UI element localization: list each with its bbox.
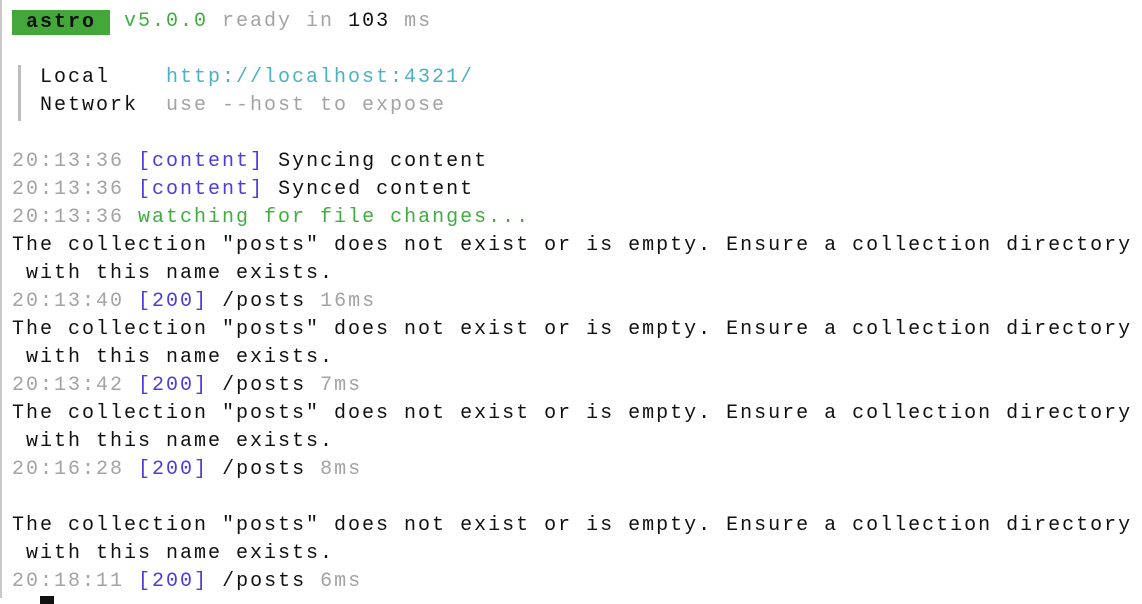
info-box-bar bbox=[18, 65, 21, 121]
request-line: 20:16:28 [200] /posts 8ms bbox=[12, 456, 1142, 484]
log-time: 20:13:36 bbox=[12, 150, 125, 173]
log-line: 20:13:36 [content] Syncing content bbox=[12, 148, 1142, 176]
log-message: watching for file changes... bbox=[138, 206, 531, 229]
log-tag: [content] bbox=[138, 178, 265, 201]
local-url-link[interactable]: http://localhost:4321/ bbox=[166, 66, 474, 89]
log-line: 20:13:36 watching for file changes... bbox=[12, 204, 1142, 232]
log-time: 20:16:28 bbox=[12, 458, 125, 481]
log-message: Syncing content bbox=[278, 150, 489, 173]
warning-line: The collection "posts" does not exist or… bbox=[12, 318, 1133, 341]
log-time: 20:13:40 bbox=[12, 290, 125, 313]
network-label: Network bbox=[40, 94, 139, 117]
request-duration: 8ms bbox=[320, 458, 363, 481]
warning-line-cont: with this name exists. bbox=[12, 430, 335, 453]
ready-unit: ms bbox=[404, 10, 433, 33]
request-path: /posts bbox=[222, 458, 307, 481]
local-label: Local bbox=[40, 66, 111, 89]
status-code: [200] bbox=[138, 570, 209, 593]
ready-text: ready in bbox=[222, 10, 335, 33]
network-hint: use --host to expose bbox=[166, 94, 447, 117]
status-code: [200] bbox=[138, 290, 209, 313]
request-line: 20:18:11 [200] /posts 6ms bbox=[12, 568, 1142, 596]
log-line: 20:13:36 [content] Synced content bbox=[12, 176, 1142, 204]
status-code: [200] bbox=[138, 458, 209, 481]
log-time: 20:13:36 bbox=[12, 206, 125, 229]
warning-line: The collection "posts" does not exist or… bbox=[12, 234, 1133, 257]
window-edge bbox=[0, 0, 2, 598]
request-duration: 6ms bbox=[320, 570, 363, 593]
warning-line: The collection "posts" does not exist or… bbox=[12, 402, 1133, 425]
ready-time: 103 bbox=[348, 10, 391, 33]
request-duration: 7ms bbox=[320, 374, 363, 397]
version: v5.0.0 bbox=[124, 10, 209, 33]
request-duration: 16ms bbox=[320, 290, 377, 313]
astro-badge: astro bbox=[12, 10, 110, 35]
request-path: /posts bbox=[222, 374, 307, 397]
request-path: /posts bbox=[222, 570, 307, 593]
log-message: Synced content bbox=[278, 178, 475, 201]
request-path: /posts bbox=[222, 290, 307, 313]
warning-line: The collection "posts" does not exist or… bbox=[12, 514, 1133, 537]
warning-line-cont: with this name exists. bbox=[12, 262, 335, 285]
log-time: 20:18:11 bbox=[12, 570, 125, 593]
astro-header-line: astro v5.0.0 ready in 103 ms bbox=[12, 8, 1142, 36]
log-tag: [content] bbox=[138, 150, 265, 173]
log-time: 20:13:42 bbox=[12, 374, 125, 397]
log-time: 20:13:36 bbox=[12, 178, 125, 201]
server-info-box: Local http://localhost:4321/ Network use -… bbox=[12, 64, 1142, 121]
network-line: Network use --host to expose bbox=[40, 92, 1142, 120]
terminal-output[interactable]: astro v5.0.0 ready in 103 ms Local http:/… bbox=[12, 8, 1142, 596]
request-line: 20:13:42 [200] /posts 7ms bbox=[12, 372, 1142, 400]
terminal-cursor bbox=[40, 596, 54, 604]
warning-line-cont: with this name exists. bbox=[12, 542, 335, 565]
warning-line-cont: with this name exists. bbox=[12, 346, 335, 369]
request-line: 20:13:40 [200] /posts 16ms bbox=[12, 288, 1142, 316]
status-code: [200] bbox=[138, 374, 209, 397]
local-line: Local http://localhost:4321/ bbox=[40, 64, 1142, 92]
